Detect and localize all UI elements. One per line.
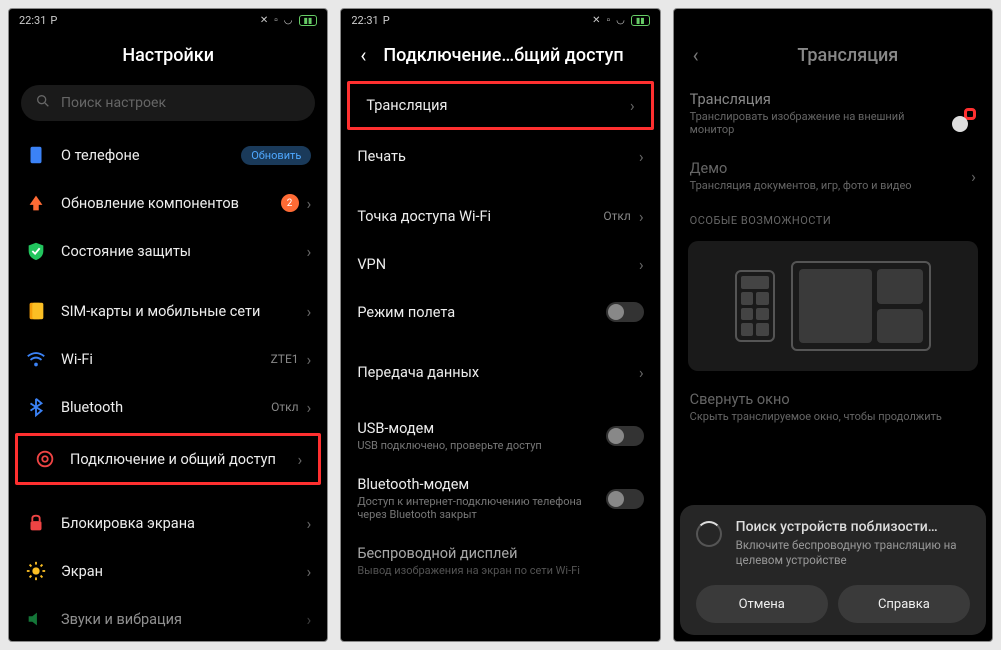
row-cast[interactable]: Трансляция › xyxy=(347,81,653,130)
row-about-phone[interactable]: О телефоне Обновить xyxy=(9,131,327,179)
wifi-icon: ◡ xyxy=(284,15,293,26)
shield-icon xyxy=(25,240,47,262)
status-bar: 22:31 P ✕ ▫ ◡ ▮▮ xyxy=(9,9,327,31)
row-component-updates[interactable]: Обновление компонентов 2 › xyxy=(9,179,327,227)
signal-icon: ▫ xyxy=(607,15,611,26)
screen-cast: ‹ Трансляция Трансляция Транслировать из… xyxy=(673,8,993,642)
chevron-right-icon: › xyxy=(307,302,312,321)
status-time: 22:31 xyxy=(19,14,46,27)
row-lock-screen[interactable]: Блокировка экрана › xyxy=(9,499,327,547)
chevron-right-icon: › xyxy=(307,610,312,629)
illustration-phone-icon xyxy=(735,270,775,342)
back-button[interactable]: ‹ xyxy=(686,45,706,65)
row-connection-sharing[interactable]: Подключение и общий доступ › xyxy=(15,433,321,485)
help-button[interactable]: Справка xyxy=(838,585,970,623)
chevron-right-icon: › xyxy=(639,363,644,382)
back-button[interactable]: ‹ xyxy=(353,45,373,65)
sun-icon xyxy=(25,560,47,582)
vibrate-icon: ✕ xyxy=(260,15,268,26)
row-hotspot[interactable]: Точка доступа Wi-Fi Откл› xyxy=(341,192,659,240)
chevron-right-icon: › xyxy=(307,350,312,369)
status-time: 22:31 xyxy=(351,14,378,27)
illustration-tv-icon xyxy=(791,261,931,351)
wifi-icon: ◡ xyxy=(616,15,625,26)
arrow-up-icon xyxy=(25,192,47,214)
screen-connection-sharing: 22:31 P ✕ ▫ ◡ ▮▮ ‹ Подключение…бщий дост… xyxy=(340,8,660,642)
row-usb-tether[interactable]: USB-модем USB подключено, проверьте дост… xyxy=(341,408,659,464)
battery-icon: ▮▮ xyxy=(299,15,318,26)
row-cast-toggle[interactable]: Трансляция Транслировать изображение на … xyxy=(674,79,992,148)
hotspot-value: Откл xyxy=(603,209,630,223)
search-input[interactable]: Поиск настроек xyxy=(21,85,315,121)
vibrate-icon: ✕ xyxy=(592,15,600,26)
chevron-right-icon: › xyxy=(971,167,976,186)
row-sim-cards[interactable]: SIM-карты и мобильные сети › xyxy=(9,287,327,335)
airplane-toggle[interactable] xyxy=(606,302,644,322)
chevron-right-icon: › xyxy=(630,96,635,115)
badge-count: 2 xyxy=(281,194,299,212)
row-sound[interactable]: Звуки и вибрация › xyxy=(9,595,327,641)
row-print[interactable]: Печать › xyxy=(341,132,659,180)
chevron-right-icon: › xyxy=(307,562,312,581)
row-data-usage[interactable]: Передача данных › xyxy=(341,348,659,396)
dialog-subtitle: Включите беспроводную трансляцию на целе… xyxy=(736,538,970,569)
chevron-right-icon: › xyxy=(307,514,312,533)
header: ‹ Подключение…бщий доступ xyxy=(341,31,659,79)
usb-tether-toggle[interactable] xyxy=(606,426,644,446)
header: Настройки xyxy=(9,31,327,79)
chevron-right-icon: › xyxy=(307,194,312,213)
cancel-button[interactable]: Отмена xyxy=(696,585,828,623)
page-title: Настройки xyxy=(21,45,315,66)
bluetooth-icon xyxy=(25,396,47,418)
wifi-value: ZTE1 xyxy=(271,352,299,366)
row-wireless-display[interactable]: Беспроводной дисплей Вывод изображения н… xyxy=(341,533,659,589)
row-demo[interactable]: Демо Трансляция документов, игр, фото и … xyxy=(674,148,992,204)
page-title: Трансляция xyxy=(716,45,980,66)
bt-tether-toggle[interactable] xyxy=(606,489,644,509)
signal-icon: ▫ xyxy=(274,15,278,26)
status-p-icon: P xyxy=(50,14,57,27)
status-p-icon: P xyxy=(383,14,390,27)
chevron-right-icon: › xyxy=(639,207,644,226)
search-placeholder: Поиск настроек xyxy=(61,95,166,111)
row-bt-tether[interactable]: Bluetooth-модем Доступ к интернет-подклю… xyxy=(341,464,659,533)
chevron-right-icon: › xyxy=(307,398,312,417)
row-airplane-mode[interactable]: Режим полета xyxy=(341,288,659,336)
lock-icon xyxy=(25,512,47,534)
row-display[interactable]: Экран › xyxy=(9,547,327,595)
spinner-icon xyxy=(696,521,722,547)
wifi-icon xyxy=(25,348,47,370)
chevron-right-icon: › xyxy=(639,147,644,166)
page-title: Подключение…бщий доступ xyxy=(383,45,647,66)
update-pill[interactable]: Обновить xyxy=(241,146,311,165)
chevron-right-icon: › xyxy=(307,242,312,261)
header: ‹ Трансляция xyxy=(674,31,992,79)
search-devices-dialog: Поиск устройств поблизости… Включите бес… xyxy=(680,505,986,635)
chevron-right-icon: › xyxy=(639,255,644,274)
row-security-status[interactable]: Состояние защиты › xyxy=(9,227,327,275)
dialog-title: Поиск устройств поблизости… xyxy=(736,519,970,535)
cast-illustration xyxy=(688,241,978,371)
sim-icon xyxy=(25,300,47,322)
row-vpn[interactable]: VPN › xyxy=(341,240,659,288)
row-bluetooth[interactable]: Bluetooth Откл› xyxy=(9,383,327,431)
screen-settings: 22:31 P ✕ ▫ ◡ ▮▮ Настройки Поиск настрое… xyxy=(8,8,328,642)
row-collapse-window[interactable]: Свернуть окно Скрыть транслируемое окно,… xyxy=(674,379,992,435)
bluetooth-value: Откл xyxy=(271,400,298,414)
speaker-icon xyxy=(25,608,47,630)
phone-icon xyxy=(25,144,47,166)
row-wifi[interactable]: Wi-Fi ZTE1› xyxy=(9,335,327,383)
status-bar xyxy=(674,9,992,31)
status-bar: 22:31 P ✕ ▫ ◡ ▮▮ xyxy=(341,9,659,31)
search-icon xyxy=(35,93,51,113)
share-icon xyxy=(34,448,56,470)
battery-icon: ▮▮ xyxy=(631,15,650,26)
section-special: ОСОБЫЕ ВОЗМОЖНОСТИ xyxy=(674,204,992,233)
chevron-right-icon: › xyxy=(298,450,303,469)
